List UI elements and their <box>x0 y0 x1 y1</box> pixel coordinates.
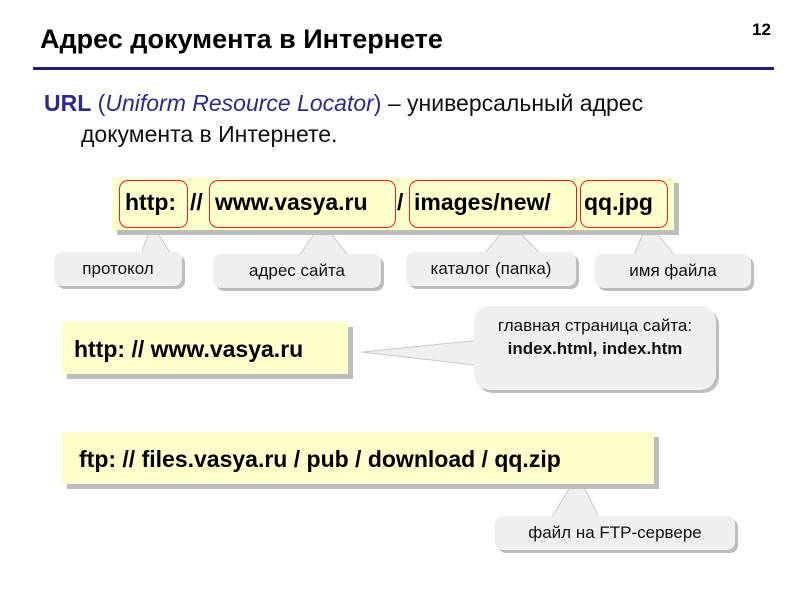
url-separator-slashes: // <box>190 189 203 215</box>
url-protocol: http: <box>125 189 177 215</box>
callout-pointers <box>137 221 682 521</box>
index-note-line2: index.html, index.htm <box>507 339 683 358</box>
file-name-label: имя файла <box>595 254 751 288</box>
url-file: qq.jpg <box>584 189 653 215</box>
ftp-url-text: ftp: // files.vasya.ru / pub / download … <box>79 446 561 472</box>
catalog-label: каталог (папка) <box>406 252 576 286</box>
protocol-label: протокол <box>54 252 182 286</box>
ftp-note: файл на FTP-сервере <box>495 516 735 550</box>
index-note-line1: главная страница сайта: <box>497 316 693 335</box>
site-url-box: http: // www.vasya.ru <box>62 322 348 374</box>
url-host: www.vasya.ru <box>215 189 368 215</box>
url-separator-slash: / <box>397 189 404 215</box>
ftp-url-box: ftp: // files.vasya.ru / pub / download … <box>62 432 654 484</box>
site-url-text: http: // www.vasya.ru <box>74 336 304 362</box>
index-note: главная страница сайта: index.html, inde… <box>474 306 716 390</box>
site-address-label: адрес сайта <box>213 254 381 288</box>
url-path: images/new/ <box>414 189 551 215</box>
